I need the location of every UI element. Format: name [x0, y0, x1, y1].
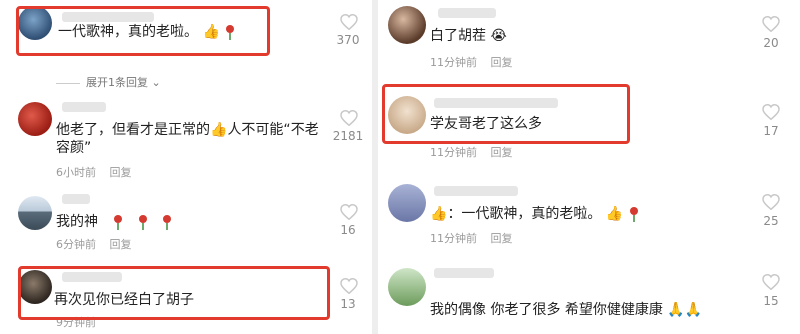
- like-count: 16: [340, 223, 356, 237]
- heart-outline-icon[interactable]: [762, 16, 780, 32]
- timestamp: 11分钟前: [430, 56, 477, 69]
- like-count: 13: [340, 297, 356, 311]
- comment-text-line2: 容颜”: [56, 140, 92, 156]
- comment-text: 他老了，但看才是正常的👍人不可能“不老: [56, 118, 319, 142]
- reply-button[interactable]: 回复: [110, 238, 132, 251]
- rose-icon: [629, 207, 638, 222]
- avatar[interactable]: [18, 196, 52, 230]
- thumbs-up-icon: 👍: [430, 206, 448, 222]
- timestamp: 6小时前: [56, 166, 96, 179]
- expand-replies-link[interactable]: 展开1条回复 ⌄: [56, 74, 161, 90]
- comment-meta: 6分钟前 回复: [56, 236, 142, 252]
- reply-button[interactable]: 回复: [491, 146, 513, 159]
- comment-text: 白了胡茬 😭: [430, 24, 507, 48]
- right-comment-column: 白了胡茬 😭 11分钟前 回复 20 学友哥老了这么多 11分钟前 回复 17: [378, 0, 800, 334]
- reply-button[interactable]: 回复: [491, 56, 513, 69]
- username-blurred: [438, 8, 496, 18]
- thumbs-up-icon: 👍: [605, 206, 624, 222]
- comment-item: 我的神 6分钟前 回复 16: [0, 190, 372, 260]
- username-blurred: [434, 268, 494, 278]
- username-blurred: [62, 102, 106, 112]
- heart-outline-icon[interactable]: [340, 110, 358, 126]
- comment-text: 我的神: [56, 210, 181, 234]
- like-count: 370: [336, 33, 360, 47]
- comment-item: 我的偶像 你老了很多 希望你健健康康 🙏🙏 15: [378, 262, 800, 334]
- comment-item: 一代歌神，真的老啦。 👍 370: [0, 0, 372, 70]
- like-count: 2181: [332, 129, 364, 143]
- comment-text: 我的偶像 你老了很多 希望你健健康康 🙏🙏: [430, 298, 702, 322]
- like-count: 17: [763, 124, 779, 138]
- highlight-box: [18, 266, 330, 320]
- left-comment-column: 一代歌神，真的老啦。 👍 370 展开1条回复 ⌄ 他老了，但看才是正常的👍人不…: [0, 0, 372, 334]
- avatar[interactable]: [388, 184, 426, 222]
- username-blurred: [62, 194, 90, 204]
- avatar[interactable]: [388, 6, 426, 44]
- highlight-box: [382, 84, 630, 144]
- comment-meta: 11分钟前 回复: [430, 144, 523, 160]
- timestamp: 11分钟前: [430, 146, 477, 159]
- praying-hands-icon: 🙏: [667, 302, 685, 318]
- comments-screenshot: 一代歌神，真的老啦。 👍 370 展开1条回复 ⌄ 他老了，但看才是正常的👍人不…: [0, 0, 800, 334]
- comment-meta: 11分钟前 回复: [430, 230, 523, 246]
- username-blurred: [434, 186, 518, 196]
- comment-item: 再次见你已经白了胡子 9分钟前 13: [0, 264, 372, 334]
- rose-icon: [114, 215, 123, 230]
- reply-button[interactable]: 回复: [110, 166, 132, 179]
- praying-hands-icon: 🙏: [684, 302, 703, 318]
- rose-icon: [138, 215, 147, 230]
- comment-meta: 11分钟前 回复: [430, 54, 523, 70]
- reply-button[interactable]: 回复: [491, 232, 513, 245]
- heart-outline-icon[interactable]: [762, 194, 780, 210]
- heart-outline-icon[interactable]: [340, 204, 358, 220]
- avatar[interactable]: [388, 268, 426, 306]
- crying-face-icon: 😭: [490, 28, 507, 44]
- comment-item: 学友哥老了这么多 11分钟前 回复 17: [378, 84, 800, 170]
- heart-outline-icon[interactable]: [340, 14, 358, 30]
- timestamp: 6分钟前: [56, 238, 96, 251]
- like-count: 20: [763, 36, 779, 50]
- avatar[interactable]: [18, 102, 52, 136]
- timestamp: 11分钟前: [430, 232, 477, 245]
- thumbs-up-icon: 👍: [210, 122, 228, 138]
- highlight-box: [16, 6, 270, 56]
- like-count: 25: [763, 214, 779, 228]
- comment-meta: 6小时前 回复: [56, 164, 142, 180]
- comment-text: 👍：一代歌神，真的老啦。 👍: [430, 202, 648, 226]
- heart-outline-icon[interactable]: [762, 274, 780, 290]
- comment-item: 👍：一代歌神，真的老啦。 👍 11分钟前 回复 25: [378, 178, 800, 250]
- rose-icon: [163, 215, 172, 230]
- chevron-down-icon: ⌄: [151, 76, 161, 89]
- heart-outline-icon[interactable]: [340, 278, 358, 294]
- comment-item: 他老了，但看才是正常的👍人不可能“不老 容颜” 6小时前 回复 2181: [0, 96, 372, 182]
- heart-outline-icon[interactable]: [762, 104, 780, 120]
- comment-item: 白了胡茬 😭 11分钟前 回复 20: [378, 0, 800, 74]
- like-count: 15: [763, 294, 779, 308]
